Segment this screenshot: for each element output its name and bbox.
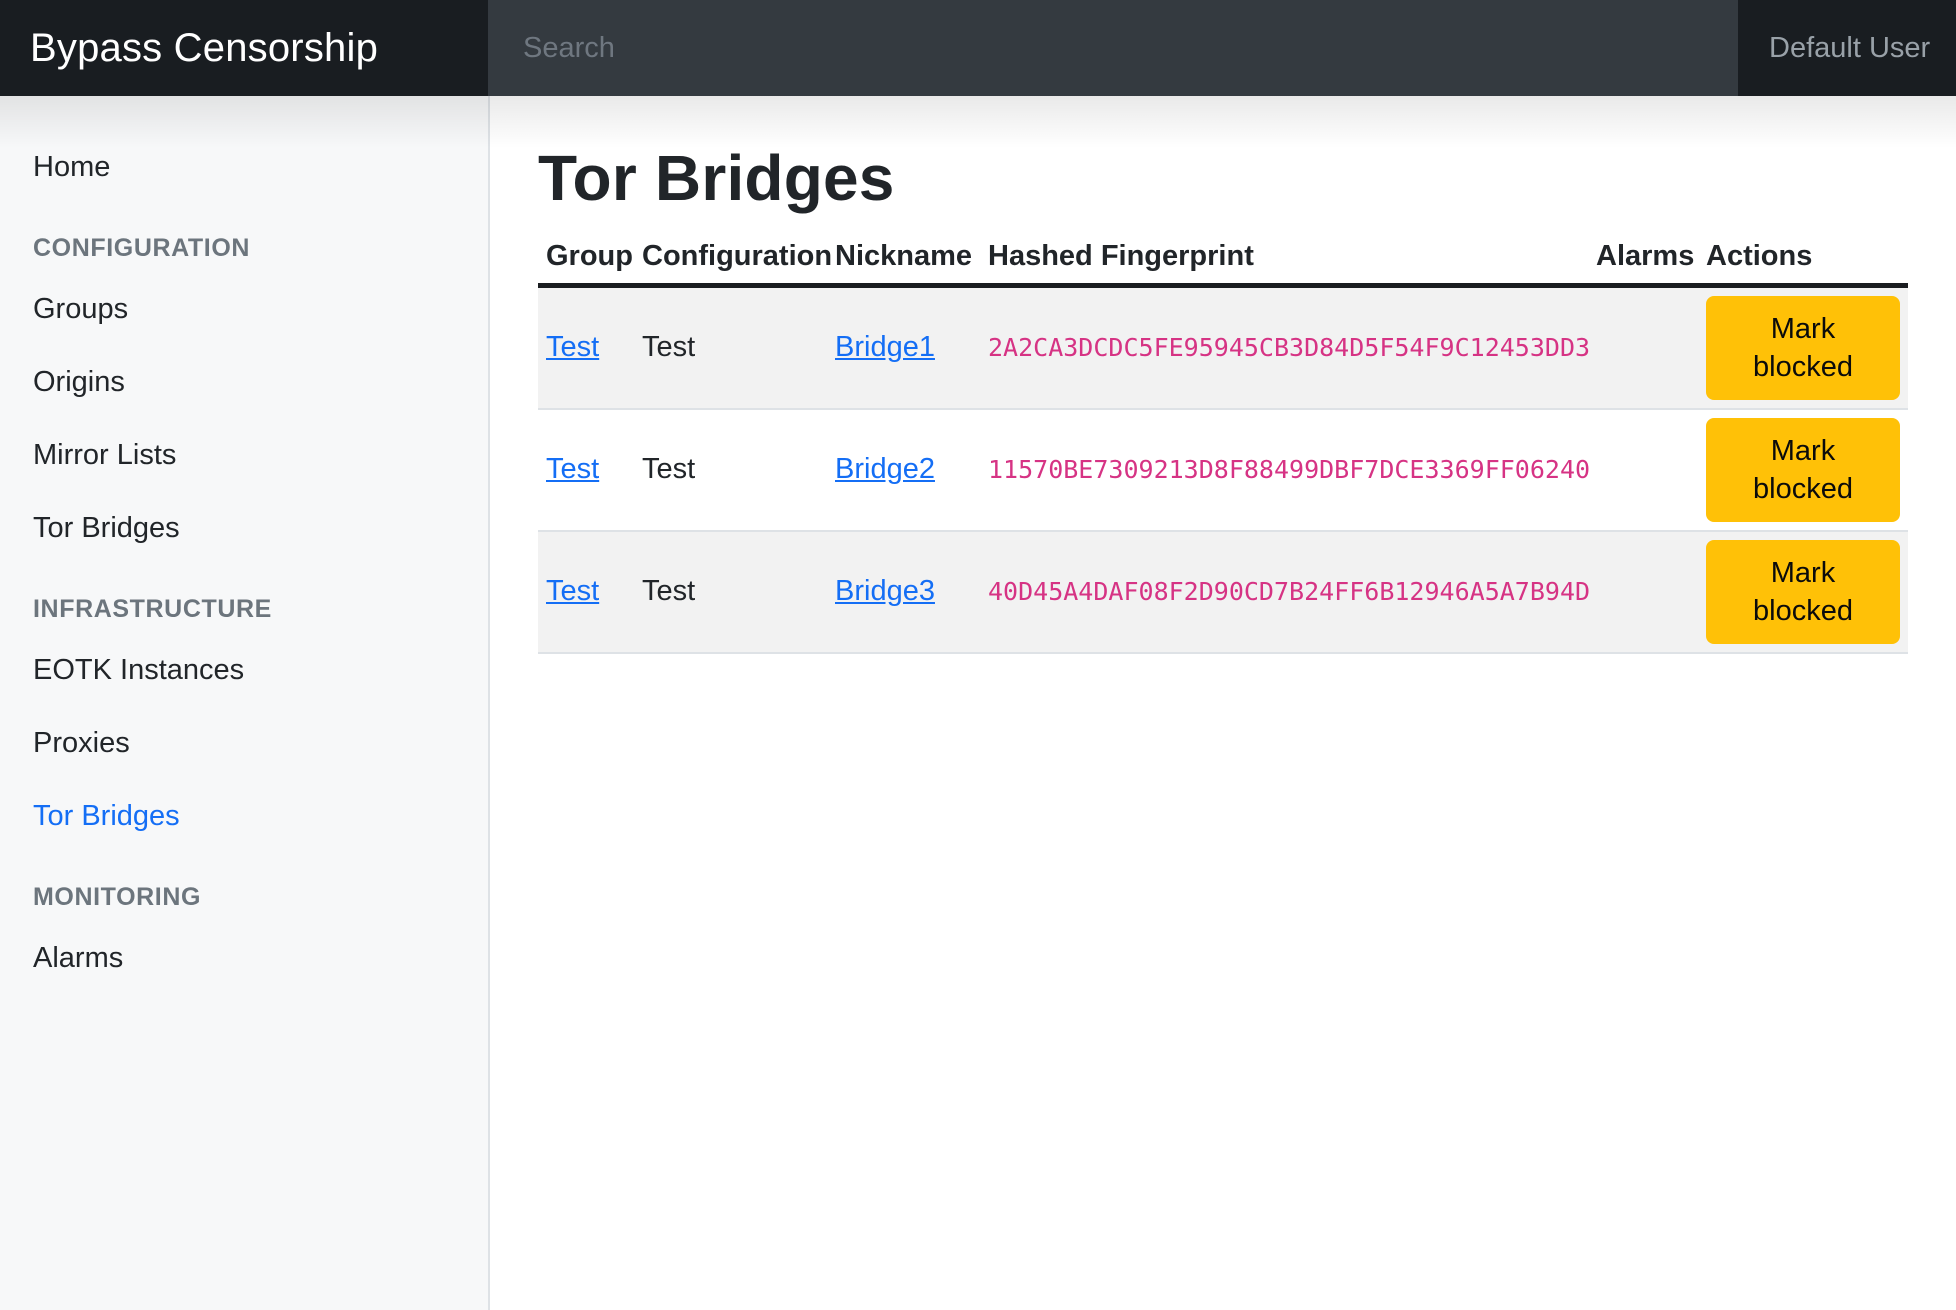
sidebar-item-proxies[interactable]: Proxies	[33, 714, 468, 772]
nickname-link[interactable]: Bridge3	[835, 575, 935, 607]
search-input[interactable]	[488, 0, 1738, 96]
column-header-group: Group	[538, 230, 634, 286]
nickname-link[interactable]: Bridge1	[835, 331, 935, 363]
alarms-cell	[1588, 409, 1698, 531]
user-menu-label: Default User	[1769, 32, 1930, 65]
column-header-alarms: Alarms	[1588, 230, 1698, 286]
group-cell: Test	[538, 409, 634, 531]
sidebar-item-origins[interactable]: Origins	[33, 353, 468, 411]
sidebar-item-eotk-instances[interactable]: EOTK Instances	[33, 641, 468, 699]
table-body: TestTestBridge12A2CA3DCDC5FE95945CB3D84D…	[538, 285, 1908, 653]
hashed-fingerprint-value: 11570BE7309213D8F88499DBF7DCE3369FF06240	[988, 455, 1590, 484]
nickname-cell: Bridge3	[827, 531, 980, 653]
column-header-hashed-fingerprint: Hashed Fingerprint	[980, 230, 1588, 286]
sidebar-item-groups[interactable]: Groups	[33, 280, 468, 338]
table-header: Group Configuration Nickname Hashed Fing…	[538, 230, 1908, 286]
tor-bridges-table: Group Configuration Nickname Hashed Fing…	[538, 230, 1908, 654]
hashed-fingerprint-value: 2A2CA3DCDC5FE95945CB3D84D5F54F9C12453DD3	[988, 333, 1590, 362]
app-brand-link[interactable]: Bypass Censorship	[0, 0, 488, 96]
actions-cell: Mark blocked	[1698, 409, 1908, 531]
nickname-cell: Bridge1	[827, 285, 980, 409]
app-root: Bypass Censorship Default User Home CONFI…	[0, 0, 1956, 1310]
top-navbar: Bypass Censorship Default User	[0, 0, 1956, 96]
alarms-cell	[1588, 531, 1698, 653]
configuration-cell: Test	[634, 409, 827, 531]
group-cell: Test	[538, 531, 634, 653]
mark-blocked-button[interactable]: Mark blocked	[1706, 418, 1900, 522]
sidebar-item-mirror-lists[interactable]: Mirror Lists	[33, 426, 468, 484]
main-content: Tor Bridges Group Configuration Nickname…	[490, 96, 1956, 1310]
fingerprint-cell: 2A2CA3DCDC5FE95945CB3D84D5F54F9C12453DD3	[980, 285, 1588, 409]
group-link[interactable]: Test	[546, 575, 599, 607]
sidebar-item-alarms[interactable]: Alarms	[33, 929, 468, 987]
sidebar-section-configuration: CONFIGURATION	[33, 228, 468, 268]
nickname-link[interactable]: Bridge2	[835, 453, 935, 485]
group-cell: Test	[538, 285, 634, 409]
column-header-actions: Actions	[1698, 230, 1908, 286]
sidebar-item-tor-bridges[interactable]: Tor Bridges	[33, 787, 468, 845]
user-menu[interactable]: Default User	[1738, 0, 1956, 96]
fingerprint-cell: 40D45A4DAF08F2D90CD7B24FF6B12946A5A7B94D	[980, 531, 1588, 653]
sidebar-item-tor-bridges[interactable]: Tor Bridges	[33, 499, 468, 557]
table-row: TestTestBridge12A2CA3DCDC5FE95945CB3D84D…	[538, 285, 1908, 409]
navbar-search-area	[488, 0, 1738, 96]
actions-cell: Mark blocked	[1698, 285, 1908, 409]
mark-blocked-button[interactable]: Mark blocked	[1706, 540, 1900, 644]
alarms-cell	[1588, 285, 1698, 409]
table-row: TestTestBridge340D45A4DAF08F2D90CD7B24FF…	[538, 531, 1908, 653]
sidebar-section-monitoring: MONITORING	[33, 877, 468, 917]
sidebar-section-infrastructure: INFRASTRUCTURE	[33, 589, 468, 629]
actions-cell: Mark blocked	[1698, 531, 1908, 653]
column-header-configuration: Configuration	[634, 230, 827, 286]
sidebar-nav: Home CONFIGURATION Groups Origins Mirror Lis…	[0, 96, 490, 1310]
page-title: Tor Bridges	[538, 142, 1908, 216]
nickname-cell: Bridge2	[827, 409, 980, 531]
column-header-nickname: Nickname	[827, 230, 980, 286]
hashed-fingerprint-value: 40D45A4DAF08F2D90CD7B24FF6B12946A5A7B94D	[988, 577, 1590, 606]
sidebar-item-home[interactable]: Home	[33, 138, 468, 196]
configuration-cell: Test	[634, 285, 827, 409]
mark-blocked-button[interactable]: Mark blocked	[1706, 296, 1900, 400]
table-row: TestTestBridge211570BE7309213D8F88499DBF…	[538, 409, 1908, 531]
configuration-cell: Test	[634, 531, 827, 653]
fingerprint-cell: 11570BE7309213D8F88499DBF7DCE3369FF06240	[980, 409, 1588, 531]
group-link[interactable]: Test	[546, 453, 599, 485]
group-link[interactable]: Test	[546, 331, 599, 363]
page-body: Home CONFIGURATION Groups Origins Mirror Lis…	[0, 96, 1956, 1310]
